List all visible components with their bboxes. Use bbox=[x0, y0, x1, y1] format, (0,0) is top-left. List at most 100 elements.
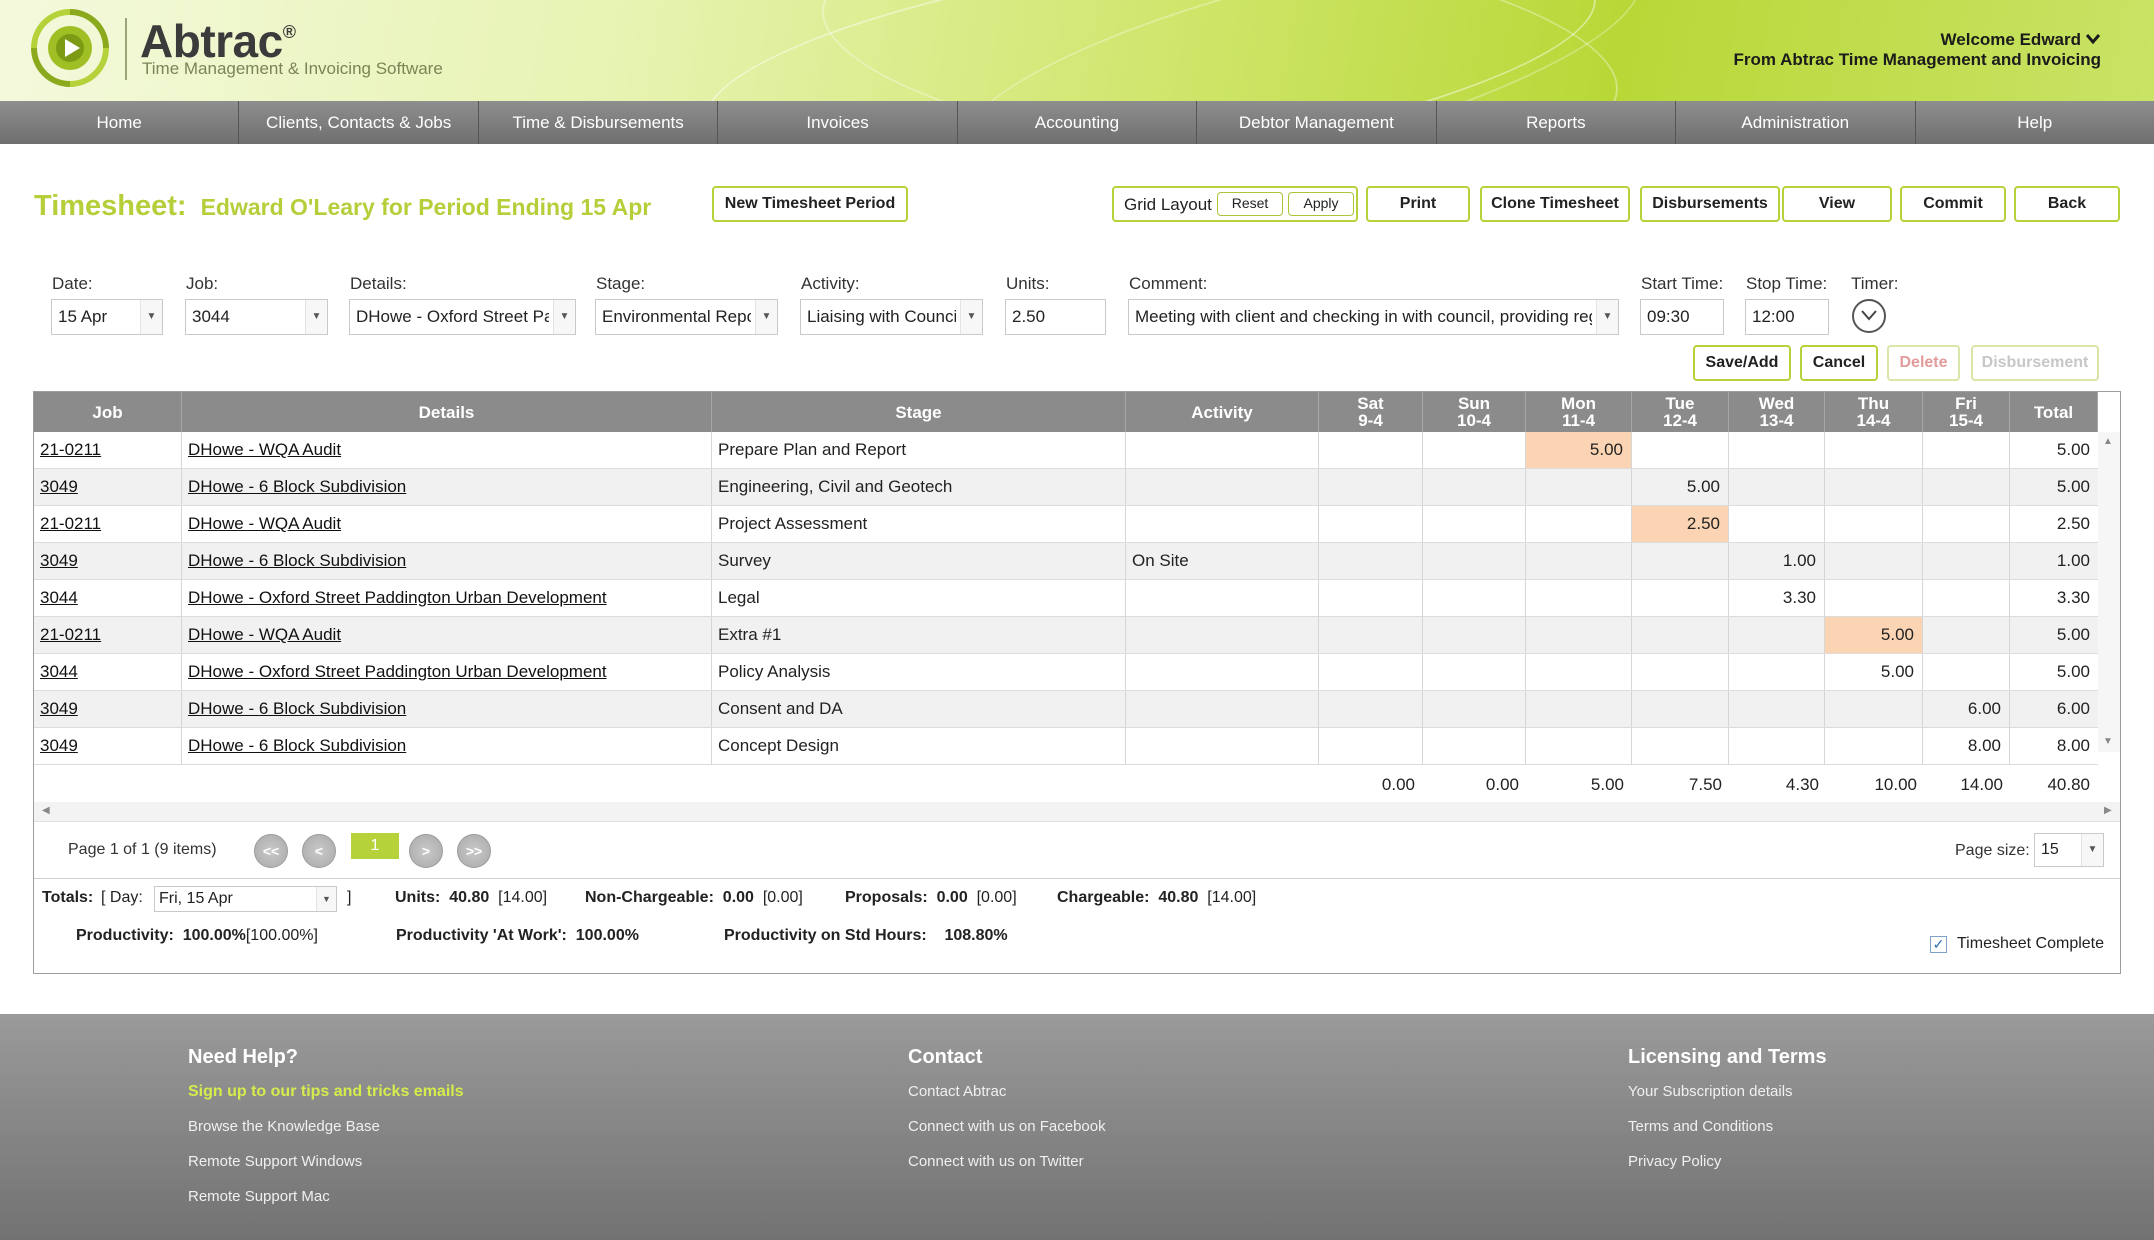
cell-wed[interactable] bbox=[1729, 469, 1825, 505]
footer-link-knowledge-base[interactable]: Browse the Knowledge Base bbox=[188, 1118, 464, 1136]
save-add-button[interactable]: Save/Add bbox=[1693, 345, 1791, 381]
cell-tue[interactable] bbox=[1632, 543, 1729, 579]
cell-wed[interactable]: 3.30 bbox=[1729, 580, 1825, 616]
dropdown-arrow-icon[interactable]: ▼ bbox=[553, 300, 575, 334]
prev-page-button[interactable]: < bbox=[302, 834, 336, 868]
cell-sat[interactable] bbox=[1319, 543, 1423, 579]
table-row[interactable]: 3049 DHowe - 6 Block Subdivision Consent a… bbox=[34, 691, 2098, 728]
cell-sat[interactable] bbox=[1319, 469, 1423, 505]
cell-details[interactable]: DHowe - WQA Audit bbox=[182, 617, 712, 653]
cell-tue[interactable] bbox=[1632, 580, 1729, 616]
cell-sun[interactable] bbox=[1423, 432, 1526, 468]
cell-mon[interactable] bbox=[1526, 543, 1632, 579]
back-button[interactable]: Back bbox=[2014, 186, 2120, 222]
nav-accounting[interactable]: Accounting bbox=[958, 101, 1198, 144]
cell-sun[interactable] bbox=[1423, 469, 1526, 505]
delete-button[interactable]: Delete bbox=[1887, 345, 1960, 381]
cell-wed[interactable] bbox=[1729, 506, 1825, 542]
cell-details[interactable]: DHowe - 6 Block Subdivision bbox=[182, 728, 712, 764]
job-select[interactable]: 3044 ▼ bbox=[185, 299, 328, 335]
cell-tue[interactable] bbox=[1632, 691, 1729, 727]
apply-button[interactable]: Apply bbox=[1288, 192, 1354, 216]
cell-details[interactable]: DHowe - 6 Block Subdivision bbox=[182, 469, 712, 505]
activity-select[interactable]: Liaising with Council ▼ bbox=[800, 299, 983, 335]
current-page[interactable]: 1 bbox=[351, 833, 399, 859]
header-sat[interactable]: Sat 9-4 bbox=[1319, 392, 1423, 432]
cell-sun[interactable] bbox=[1423, 543, 1526, 579]
cell-details[interactable]: DHowe - WQA Audit bbox=[182, 432, 712, 468]
day-select[interactable]: Fri, 15 Apr ▼ bbox=[154, 886, 337, 912]
user-menu[interactable]: Welcome Edward From Abtrac Time Manageme… bbox=[1734, 30, 2101, 70]
table-row[interactable]: 3049 DHowe - 6 Block Subdivision Concept D… bbox=[34, 728, 2098, 765]
cell-thu[interactable] bbox=[1825, 469, 1923, 505]
horizontal-scrollbar[interactable]: ◀ ▶ bbox=[34, 802, 2120, 822]
cell-sat[interactable] bbox=[1319, 691, 1423, 727]
table-row[interactable]: 3044 DHowe - Oxford Street Paddington Urb… bbox=[34, 654, 2098, 691]
header-tue[interactable]: Tue 12-4 bbox=[1632, 392, 1729, 432]
cell-sat[interactable] bbox=[1319, 432, 1423, 468]
table-row[interactable]: 21-0211 DHowe - WQA Audit Prepare Plan and… bbox=[34, 432, 2098, 469]
cell-thu[interactable] bbox=[1825, 506, 1923, 542]
cell-details[interactable]: DHowe - Oxford Street Paddington Urban D… bbox=[182, 654, 712, 690]
start-time-input[interactable]: 09:30 bbox=[1640, 299, 1724, 335]
header-fri[interactable]: Fri 15-4 bbox=[1923, 392, 2010, 432]
cell-wed[interactable] bbox=[1729, 654, 1825, 690]
header-sun[interactable]: Sun 10-4 bbox=[1423, 392, 1526, 432]
cell-job[interactable]: 21-0211 bbox=[34, 506, 182, 542]
cell-job[interactable]: 21-0211 bbox=[34, 617, 182, 653]
header-details[interactable]: Details bbox=[182, 392, 712, 432]
footer-link-facebook[interactable]: Connect with us on Facebook bbox=[908, 1118, 1106, 1136]
scroll-right-icon[interactable]: ▶ bbox=[2104, 805, 2112, 816]
cell-sun[interactable] bbox=[1423, 728, 1526, 764]
cell-fri[interactable] bbox=[1923, 506, 2010, 542]
scroll-up-icon[interactable]: ▲ bbox=[2103, 436, 2113, 447]
table-row[interactable]: 21-0211 DHowe - WQA Audit Extra #1 5.00 5.00 bbox=[34, 617, 2098, 654]
footer-link-remote-mac[interactable]: Remote Support Mac bbox=[188, 1188, 464, 1206]
header-job[interactable]: Job bbox=[34, 392, 182, 432]
cell-fri[interactable] bbox=[1923, 469, 2010, 505]
cell-fri[interactable] bbox=[1923, 654, 2010, 690]
cell-tue[interactable]: 5.00 bbox=[1632, 469, 1729, 505]
cell-mon[interactable] bbox=[1526, 728, 1632, 764]
dropdown-arrow-icon[interactable]: ▼ bbox=[140, 300, 162, 334]
timesheet-complete-checkbox[interactable]: ✓ bbox=[1930, 936, 1947, 953]
cell-sat[interactable] bbox=[1319, 580, 1423, 616]
first-page-button[interactable]: << bbox=[254, 834, 288, 868]
cell-job[interactable]: 3049 bbox=[34, 728, 182, 764]
reset-button[interactable]: Reset bbox=[1217, 192, 1283, 216]
footer-link-subscription[interactable]: Your Subscription details bbox=[1628, 1083, 1827, 1101]
header-mon[interactable]: Mon 11-4 bbox=[1526, 392, 1632, 432]
page-size-select[interactable]: 15 ▼ bbox=[2034, 833, 2104, 867]
cell-job[interactable]: 3044 bbox=[34, 654, 182, 690]
cell-sun[interactable] bbox=[1423, 580, 1526, 616]
details-select[interactable]: DHowe - Oxford Street Paddington Urban D… bbox=[349, 299, 576, 335]
header-activity[interactable]: Activity bbox=[1126, 392, 1319, 432]
cancel-button[interactable]: Cancel bbox=[1800, 345, 1878, 381]
scroll-left-icon[interactable]: ◀ bbox=[42, 805, 50, 816]
cell-sat[interactable] bbox=[1319, 506, 1423, 542]
cell-wed[interactable] bbox=[1729, 728, 1825, 764]
cell-tue[interactable] bbox=[1632, 432, 1729, 468]
header-thu[interactable]: Thu 14-4 bbox=[1825, 392, 1923, 432]
footer-link-privacy[interactable]: Privacy Policy bbox=[1628, 1153, 1827, 1171]
cell-thu[interactable] bbox=[1825, 728, 1923, 764]
nav-reports[interactable]: Reports bbox=[1437, 101, 1677, 144]
cell-thu[interactable]: 5.00 bbox=[1825, 654, 1923, 690]
nav-clients-contacts-jobs[interactable]: Clients, Contacts & Jobs bbox=[239, 101, 479, 144]
new-timesheet-period-button[interactable]: New Timesheet Period bbox=[712, 186, 908, 222]
footer-link-contact-abtrac[interactable]: Contact Abtrac bbox=[908, 1083, 1106, 1101]
cell-thu[interactable] bbox=[1825, 432, 1923, 468]
footer-link-twitter[interactable]: Connect with us on Twitter bbox=[908, 1153, 1106, 1171]
nav-time-disbursements[interactable]: Time & Disbursements bbox=[479, 101, 719, 144]
disbursements-button[interactable]: Disbursements bbox=[1640, 186, 1780, 222]
dropdown-arrow-icon[interactable]: ▼ bbox=[755, 300, 777, 334]
cell-job[interactable]: 3044 bbox=[34, 580, 182, 616]
nav-invoices[interactable]: Invoices bbox=[718, 101, 958, 144]
cell-sun[interactable] bbox=[1423, 691, 1526, 727]
dropdown-arrow-icon[interactable]: ▼ bbox=[305, 300, 327, 334]
cell-sat[interactable] bbox=[1319, 728, 1423, 764]
cell-mon[interactable]: 5.00 bbox=[1526, 432, 1632, 468]
cell-fri[interactable] bbox=[1923, 432, 2010, 468]
timer-toggle-icon[interactable] bbox=[1852, 299, 1886, 333]
cell-tue[interactable] bbox=[1632, 654, 1729, 690]
